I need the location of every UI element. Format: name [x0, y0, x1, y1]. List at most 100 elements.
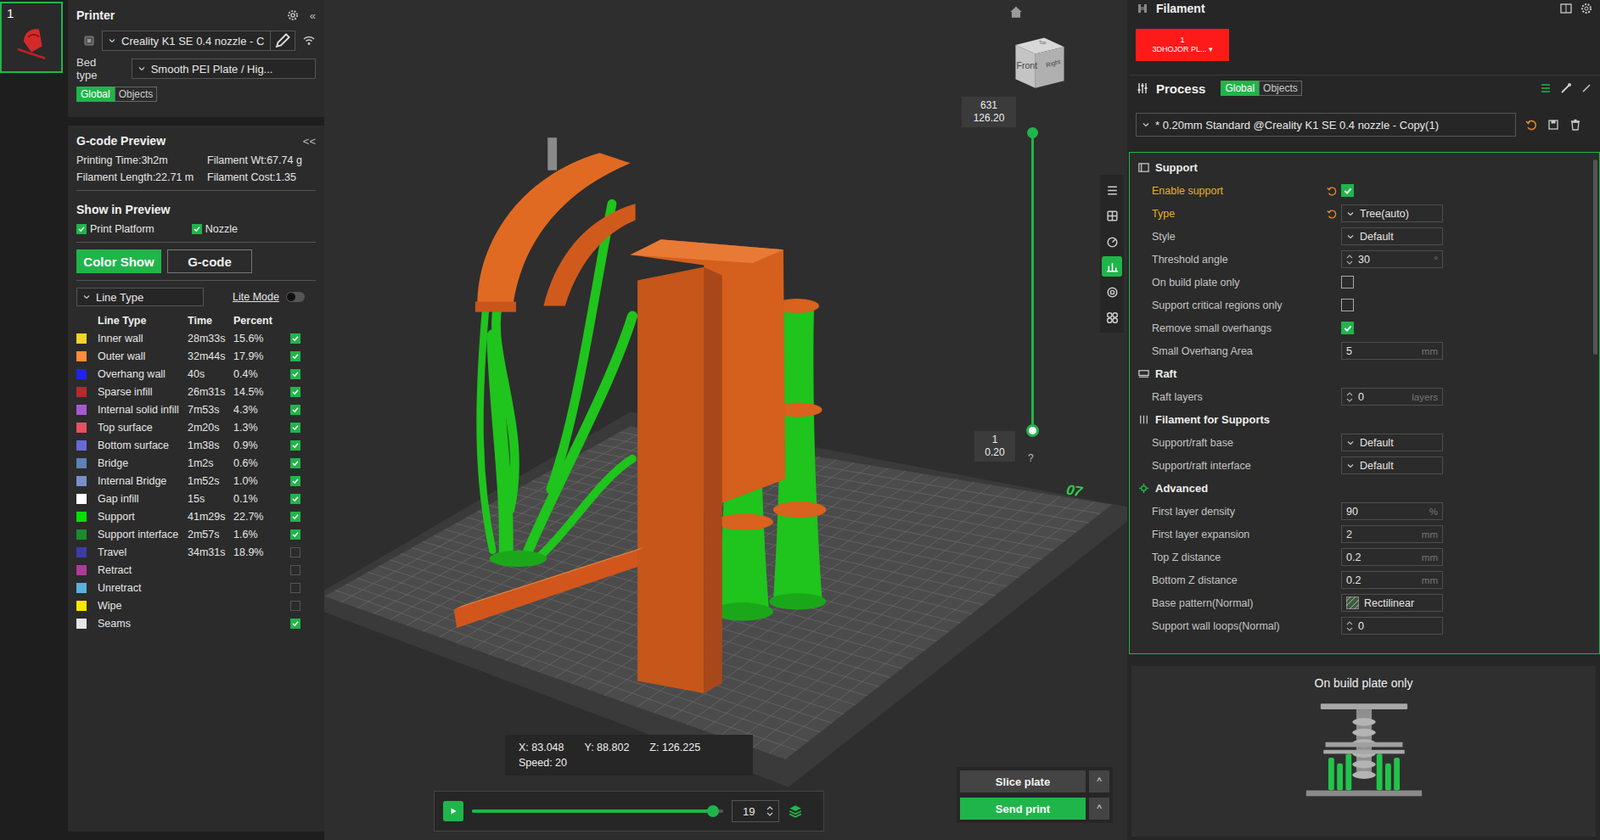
home-icon[interactable] [1008, 4, 1024, 20]
scope-tab[interactable]: Objects [1258, 80, 1303, 96]
line-type-checkbox[interactable] [290, 494, 301, 505]
filament-chip[interactable]: 13DHOJOR PL...▾ [1135, 28, 1230, 62]
scope-tab[interactable]: Objects [114, 86, 158, 102]
collapse-button[interactable]: « [309, 9, 316, 23]
scope-tab[interactable]: Global [1220, 80, 1259, 96]
plate-thumbnail[interactable]: 1 [0, 1, 63, 73]
line-type-checkbox[interactable] [290, 511, 301, 523]
view-tool-button[interactable] [1101, 256, 1123, 277]
checkbox[interactable] [76, 224, 87, 235]
setting-field[interactable]: Default [1341, 227, 1443, 246]
setting-field[interactable]: 0 [1341, 617, 1443, 635]
reset-icon[interactable] [1325, 207, 1338, 220]
section-icon [1137, 482, 1151, 495]
setting-field[interactable]: 90% [1341, 502, 1443, 521]
setting-label: Threshold angle [1151, 253, 1326, 266]
gear-icon[interactable] [1579, 1, 1594, 16]
setting-field[interactable]: 0.2mm [1341, 548, 1443, 567]
line-type-checkbox[interactable] [290, 404, 301, 416]
line-type-name: Retract [97, 564, 188, 577]
3d-viewport[interactable]: 07TopFrontRight631126.2010.20?X: 83.048Y… [324, 0, 1128, 840]
setting-field[interactable]: 0.2mm [1341, 571, 1443, 590]
view-mode-button[interactable]: Color Show [76, 249, 162, 274]
gear-icon[interactable] [286, 8, 300, 23]
reset-icon[interactable] [1325, 185, 1338, 197]
play-button[interactable] [443, 801, 464, 822]
collapse-button[interactable]: << [303, 134, 316, 148]
view-mode-button[interactable]: G-code [167, 249, 253, 274]
line-type-checkbox[interactable] [290, 583, 301, 594]
filament-index: 1 [1179, 35, 1185, 45]
setting-field[interactable]: 5mm [1341, 342, 1443, 360]
view-tool-button[interactable] [1101, 205, 1123, 226]
setting-field[interactable]: 30° [1341, 250, 1443, 269]
list-view-icon[interactable] [1538, 81, 1553, 96]
line-type-checkbox[interactable] [290, 333, 301, 344]
action-menu-button[interactable]: ^ [1089, 770, 1110, 793]
view-tool-button[interactable] [1101, 307, 1123, 328]
line-type-checkbox[interactable] [290, 369, 301, 380]
scrollbar-thumb[interactable] [1593, 159, 1598, 355]
line-type-checkbox[interactable] [290, 422, 301, 433]
view-type-dropdown[interactable]: Line Type [76, 287, 204, 307]
line-type-checkbox[interactable] [290, 476, 301, 487]
action-button[interactable]: Slice plate [960, 770, 1086, 793]
line-type-name: Travel [97, 546, 188, 559]
move-slider-track[interactable] [471, 809, 724, 814]
process-preset-dropdown[interactable]: * 0.20mm Standard @Creality K1 SE 0.4 no… [1135, 112, 1516, 137]
preview-option[interactable]: Nozzle [191, 223, 238, 236]
view-tool-button[interactable] [1101, 179, 1123, 201]
setting-checkbox[interactable] [1341, 298, 1354, 312]
layer-lower-handle[interactable] [1026, 424, 1039, 438]
layer-slider-track[interactable] [1031, 132, 1034, 431]
move-value-field[interactable]: 19 [731, 800, 780, 823]
line-type-checkbox[interactable] [290, 600, 301, 612]
scope-tab[interactable]: Global [76, 86, 115, 102]
line-type-checkbox[interactable] [290, 351, 301, 362]
lite-mode-toggle[interactable] [286, 291, 305, 303]
line-type-percent: 17.9% [233, 350, 291, 363]
line-type-checkbox[interactable] [290, 387, 301, 398]
action-button[interactable]: Send print [960, 797, 1086, 820]
line-type-name: Bottom surface [97, 439, 188, 452]
brush-icon[interactable] [1559, 81, 1573, 96]
trash-icon[interactable] [1568, 117, 1583, 132]
print-stats: Printing Time:3h2mFilament Wt:67.74 gFil… [76, 154, 316, 184]
setting-value: 0 [1358, 620, 1438, 633]
setting-field[interactable]: Tree(auto) [1341, 204, 1443, 223]
view-tool-button[interactable] [1101, 281, 1123, 303]
setting-field[interactable]: 2mm [1341, 525, 1443, 544]
view-cube[interactable]: TopFrontRight [1008, 28, 1072, 92]
bed-type-dropdown[interactable]: Smooth PEI Plate / Hig... [131, 58, 316, 79]
line-type-checkbox[interactable] [290, 440, 301, 451]
wifi-icon[interactable] [302, 33, 316, 48]
setting-field[interactable]: 0layers [1341, 387, 1443, 406]
save-icon[interactable] [1546, 117, 1561, 132]
setting-checkbox[interactable] [1341, 275, 1354, 289]
line-type-checkbox[interactable] [290, 458, 301, 469]
line-type-checkbox[interactable] [290, 547, 301, 558]
filament-sync-icon[interactable] [1559, 1, 1573, 16]
line-type-checkbox[interactable] [290, 618, 301, 629]
checkbox[interactable] [191, 224, 203, 235]
preview-option[interactable]: Print Platform [76, 223, 155, 236]
setting-field[interactable]: Default [1341, 456, 1443, 475]
view-tool-button[interactable] [1101, 230, 1123, 252]
reset-icon[interactable] [1524, 117, 1539, 132]
setting-field[interactable]: Default [1341, 433, 1443, 452]
move-slider-handle[interactable] [707, 805, 719, 818]
view-tool-icon [1105, 259, 1120, 275]
setting-field[interactable]: Rectilinear [1341, 594, 1443, 612]
pencil-icon[interactable] [269, 31, 295, 51]
printer-preset-dropdown[interactable]: Creality K1 SE 0.4 nozzle - C [101, 30, 296, 51]
action-menu-button[interactable]: ^ [1089, 797, 1110, 820]
settings-link-icon[interactable] [1579, 81, 1594, 96]
setting-checkbox[interactable] [1341, 184, 1354, 197]
line-color-swatch [76, 422, 87, 433]
layers-icon[interactable] [787, 803, 803, 820]
layer-upper-handle[interactable] [1027, 127, 1039, 139]
setting-checkbox[interactable] [1341, 321, 1354, 335]
help-button[interactable]: ? [1027, 452, 1034, 465]
line-type-checkbox[interactable] [290, 529, 301, 540]
line-type-checkbox[interactable] [290, 565, 301, 576]
